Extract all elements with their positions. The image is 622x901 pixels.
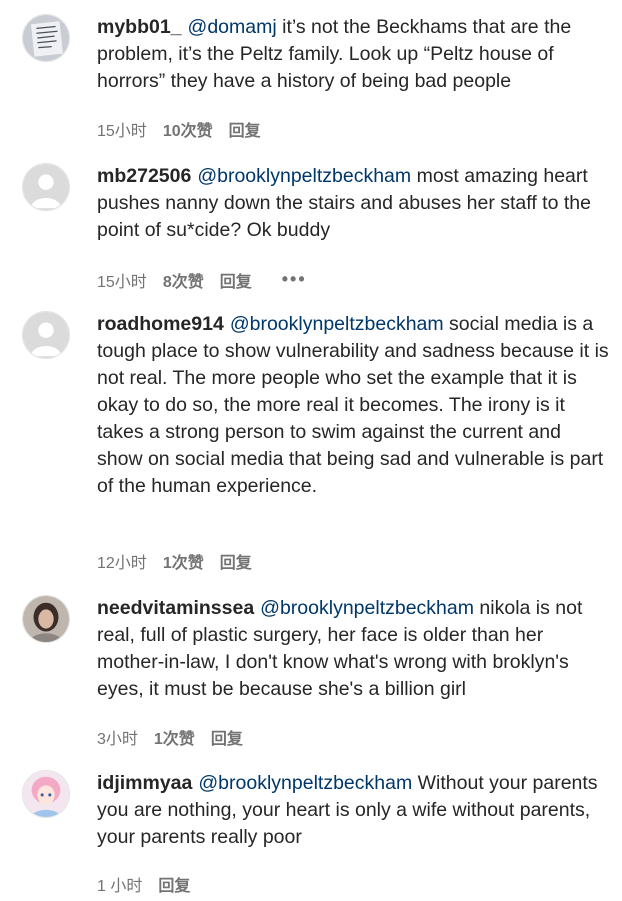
comment-body: needvitaminssea @brooklynpeltzbeckham nik…	[97, 595, 609, 703]
comment-text: social media is a tough place to show vu…	[97, 313, 609, 497]
comment-mention[interactable]: @brooklynpeltzbeckham	[197, 165, 411, 187]
comment-likes[interactable]: 1次赞	[154, 731, 195, 748]
default-avatar-icon[interactable]	[22, 163, 70, 211]
reply-button[interactable]: 回复	[229, 123, 261, 140]
comment-mention[interactable]: @brooklynpeltzbeckham	[198, 772, 412, 794]
comment-body: mybb01_ @domamj it’s not the Beckhams tha…	[97, 14, 609, 95]
comment-time: 3小时	[97, 731, 138, 748]
comment-meta: 12小时 1次赞 回复	[97, 554, 268, 574]
avatar-anime-character-icon[interactable]	[22, 770, 70, 818]
comment-likes[interactable]: 10次赞	[163, 123, 213, 140]
comment-mention[interactable]: @brooklynpeltzbeckham	[260, 597, 474, 619]
comment-time: 15小时	[97, 123, 147, 140]
reply-button[interactable]: 回复	[211, 731, 243, 748]
comment-username[interactable]: mb272506	[97, 165, 191, 187]
more-options-icon[interactable]: •••	[282, 269, 307, 289]
reply-button[interactable]: 回复	[220, 555, 252, 572]
comment-username[interactable]: roadhome914	[97, 313, 224, 335]
comment-likes[interactable]: 8次赞	[163, 274, 204, 291]
comment-username[interactable]: needvitaminssea	[97, 597, 254, 619]
comment-mention[interactable]: @brooklynpeltzbeckham	[230, 313, 444, 335]
comment-username[interactable]: mybb01_	[97, 16, 182, 38]
comment-body: idjimmyaa @brooklynpeltzbeckham Without y…	[97, 770, 609, 851]
comment-time: 1 小时	[97, 878, 143, 895]
default-avatar-icon[interactable]	[22, 311, 70, 359]
comment-body: mb272506 @brooklynpeltzbeckham most amazi…	[97, 163, 609, 244]
comment-meta: 1 小时 回复	[97, 877, 206, 897]
comment-username[interactable]: idjimmyaa	[97, 772, 192, 794]
avatar-portrait-photo-icon[interactable]	[22, 595, 70, 643]
comment-mention[interactable]: @domamj	[188, 16, 277, 38]
comment-time: 12小时	[97, 555, 147, 572]
reply-button[interactable]: 回复	[220, 274, 252, 291]
comment-meta: 15小时 10次赞 回复	[97, 122, 277, 142]
comment-time: 15小时	[97, 274, 147, 291]
avatar-handwritten-note-icon[interactable]	[22, 14, 70, 62]
comment-meta: 3小时 1次赞 回复	[97, 730, 259, 750]
comment-meta: 15小时 8次赞 回复 •••	[97, 269, 323, 293]
comment-likes[interactable]: 1次赞	[163, 555, 204, 572]
reply-button[interactable]: 回复	[158, 878, 190, 895]
comment-body: roadhome914 @brooklynpeltzbeckham social …	[97, 311, 609, 500]
